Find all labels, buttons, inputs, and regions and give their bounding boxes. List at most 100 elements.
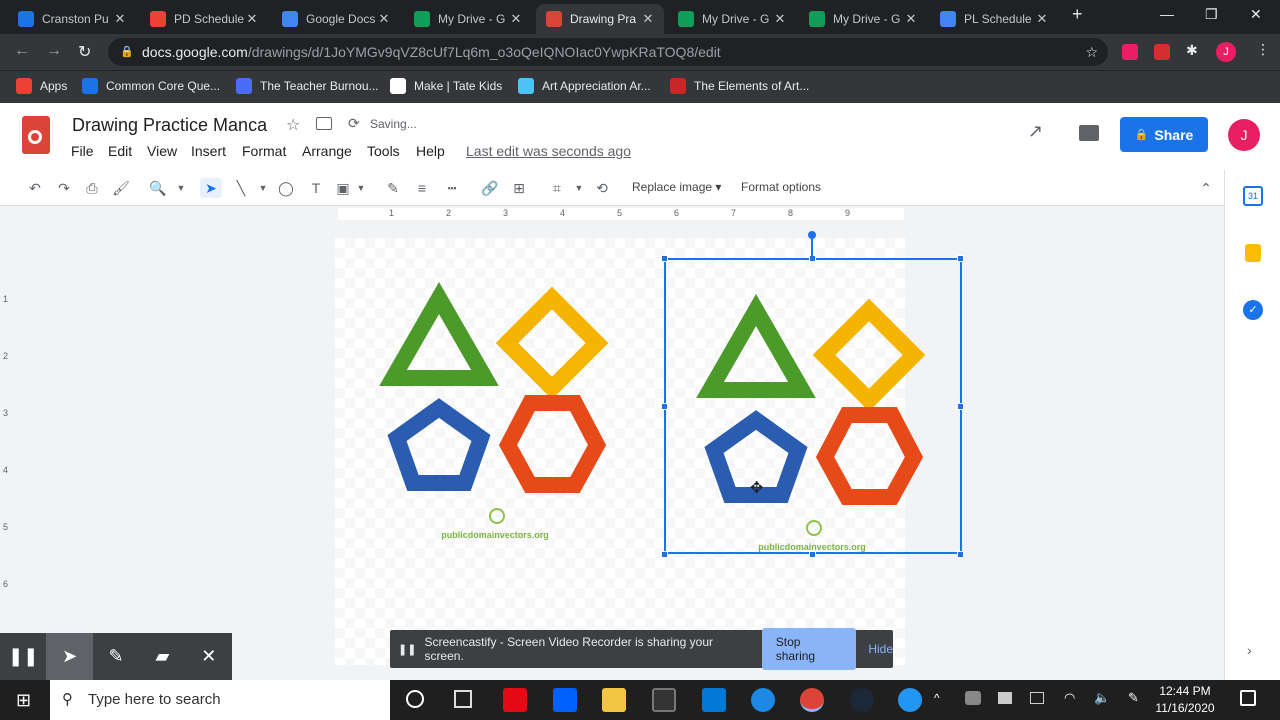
help-icon[interactable] xyxy=(898,688,922,712)
resize-handle-e[interactable] xyxy=(957,403,964,410)
tasks-icon[interactable]: ✓ xyxy=(1243,300,1263,320)
stop-sharing-button[interactable]: Stop sharing xyxy=(761,628,857,670)
browser-tab[interactable]: My Drive - G ✕ xyxy=(668,4,796,34)
add-comment-icon[interactable]: ⊞ xyxy=(508,178,530,198)
close-tab-icon[interactable]: ✕ xyxy=(1034,11,1050,27)
browser-tab[interactable]: My Drive - G ✕ xyxy=(799,4,927,34)
close-tab-icon[interactable]: ✕ xyxy=(376,11,392,27)
star-icon[interactable]: ☆ xyxy=(286,115,300,135)
drawings-logo-icon[interactable] xyxy=(22,116,50,154)
border-dash-icon[interactable]: ┅ xyxy=(441,178,463,198)
menu-file[interactable]: File xyxy=(71,143,94,159)
netflix-icon[interactable] xyxy=(503,688,527,712)
resize-handle-w[interactable] xyxy=(661,403,668,410)
close-window-icon[interactable]: ✕ xyxy=(1250,6,1262,23)
expand-panel-icon[interactable]: › xyxy=(1247,642,1252,658)
file-explorer-icon[interactable] xyxy=(602,688,626,712)
browser-tab[interactable]: Drawing Pra ✕ xyxy=(536,4,664,34)
tray-chevron-icon[interactable]: ^ xyxy=(934,691,940,705)
back-icon[interactable]: ← xyxy=(14,42,30,60)
rotate-handle[interactable] xyxy=(808,231,816,239)
puzzle-icon[interactable]: ✱ xyxy=(1186,42,1198,59)
text-box-icon[interactable]: T xyxy=(305,178,327,198)
border-color-icon[interactable]: ✎ xyxy=(382,178,404,198)
resize-handle-nw[interactable] xyxy=(661,255,668,262)
paint-format-icon[interactable]: 🖌 xyxy=(110,178,132,198)
action-center-icon[interactable] xyxy=(1240,690,1256,706)
browser-tab[interactable]: Cranston Pu ✕ xyxy=(8,4,136,34)
bookmark-star-icon[interactable]: ☆ xyxy=(1085,38,1098,66)
store-icon[interactable] xyxy=(652,688,676,712)
crop-icon[interactable]: ⌗ xyxy=(546,178,568,198)
bookmark-item[interactable]: Art Appreciation Ar... xyxy=(518,78,651,94)
calendar-icon[interactable]: 31 xyxy=(1243,186,1263,206)
resize-handle-sw[interactable] xyxy=(661,551,668,558)
image-dropdown-icon[interactable]: ▼ xyxy=(350,178,372,198)
link-icon[interactable]: 🔗 xyxy=(479,178,501,198)
canvas-area[interactable]: 1 2 3 4 5 6 7 8 9 1 2 3 4 5 6 publicdomainvectors.org xyxy=(0,206,1224,680)
close-tab-icon[interactable]: ✕ xyxy=(112,11,128,27)
comments-icon[interactable] xyxy=(1079,125,1099,141)
close-tab-icon[interactable]: ✕ xyxy=(244,11,260,27)
dropbox-icon[interactable] xyxy=(553,688,577,712)
menu-edit[interactable]: Edit xyxy=(108,143,132,159)
close-tab-icon[interactable]: ✕ xyxy=(903,11,919,27)
menu-insert[interactable]: Insert xyxy=(191,143,226,159)
browser-tab[interactable]: PD Schedule ✕ xyxy=(140,4,268,34)
bookmark-item[interactable]: Common Core Que... xyxy=(82,78,220,94)
menu-help[interactable]: Help xyxy=(416,143,445,159)
url-bar[interactable]: 🔒 docs.google.com/drawings/d/1JoYMGv9qVZ… xyxy=(108,38,1108,66)
extension-icon[interactable] xyxy=(1122,44,1138,60)
keep-icon[interactable] xyxy=(1245,244,1261,262)
browser-tab[interactable]: Google Docs ✕ xyxy=(272,4,400,34)
undo-icon[interactable]: ↶ xyxy=(24,178,46,198)
zoom-icon[interactable]: 🔍 xyxy=(147,178,169,198)
close-tab-icon[interactable]: ✕ xyxy=(772,11,788,27)
cursor-tool-icon[interactable]: ➤ xyxy=(46,633,93,680)
wifi-icon[interactable]: ◠ xyxy=(1064,690,1075,706)
onedrive-icon[interactable] xyxy=(965,691,981,705)
close-tab-icon[interactable]: ✕ xyxy=(640,11,656,27)
screencastify-extension-icon[interactable] xyxy=(1154,44,1170,60)
zoom-dropdown-icon[interactable]: ▼ xyxy=(170,178,192,198)
eraser-tool-icon[interactable]: ▰ xyxy=(139,633,185,680)
shape-icon[interactable]: ◯ xyxy=(275,178,297,198)
pause-icon[interactable]: ❚❚ xyxy=(0,633,46,680)
close-tab-icon[interactable]: ✕ xyxy=(508,11,524,27)
select-arrow-icon[interactable]: ➤ xyxy=(200,178,222,198)
bookmark-item[interactable]: Make | Tate Kids xyxy=(390,78,502,94)
battery-icon[interactable] xyxy=(998,692,1012,704)
line-icon[interactable]: ╲ xyxy=(230,178,252,198)
mail-icon[interactable] xyxy=(702,688,726,712)
edge-icon[interactable] xyxy=(751,688,775,712)
system-clock[interactable]: 12:44 PM 11/16/2020 xyxy=(1150,683,1220,717)
profile-avatar[interactable]: J xyxy=(1216,42,1236,62)
collapse-toolbar-icon[interactable]: ⌃ xyxy=(1195,178,1217,198)
activity-trend-icon[interactable]: ↗ xyxy=(1028,121,1043,142)
bookmark-item[interactable]: The Teacher Burnou... xyxy=(236,78,379,94)
hide-button[interactable]: Hide xyxy=(868,642,893,656)
volume-icon[interactable]: 🔈 xyxy=(1094,690,1110,706)
reset-image-icon[interactable]: ⟲ xyxy=(591,178,613,198)
crop-dropdown-icon[interactable]: ▼ xyxy=(568,178,590,198)
taskbar-search[interactable]: ⚲ Type here to search xyxy=(50,680,390,720)
menu-arrange[interactable]: Arrange xyxy=(302,143,352,159)
menu-kebab-icon[interactable]: ⋮ xyxy=(1256,41,1270,58)
selected-image[interactable]: publicdomainvectors.org ✥ xyxy=(664,258,962,554)
notification-tray-icon[interactable] xyxy=(1030,692,1044,704)
last-edit-link[interactable]: Last edit was seconds ago xyxy=(466,143,631,159)
border-weight-icon[interactable]: ≡ xyxy=(411,178,433,198)
browser-tab[interactable]: PL Schedule ✕ xyxy=(930,4,1058,34)
document-title[interactable]: Drawing Practice Manca xyxy=(72,115,267,136)
pen-tool-icon[interactable]: ✎ xyxy=(93,633,139,680)
bookmark-item[interactable]: Apps xyxy=(16,78,67,94)
browser-tab[interactable]: My Drive - G ✕ xyxy=(404,4,532,34)
line-dropdown-icon[interactable]: ▼ xyxy=(252,178,274,198)
move-folder-icon[interactable] xyxy=(316,117,332,130)
minimize-icon[interactable]: — xyxy=(1160,6,1174,22)
print-icon[interactable]: ⎙ xyxy=(81,178,103,198)
bookmark-item[interactable]: The Elements of Art... xyxy=(670,78,809,94)
forward-icon[interactable]: → xyxy=(46,42,62,60)
pen-tray-icon[interactable]: ✎ xyxy=(1128,690,1139,706)
reload-icon[interactable]: ↻ xyxy=(78,42,91,62)
